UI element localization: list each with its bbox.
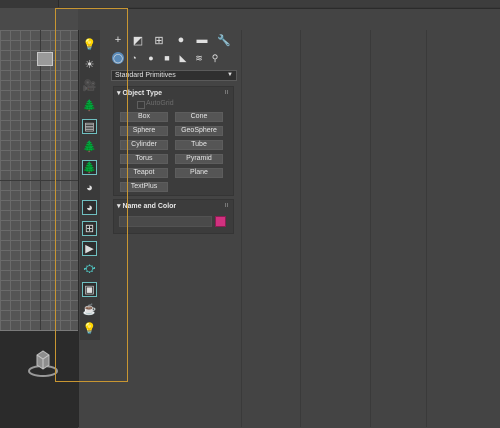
sphere-button[interactable]: Sphere [120, 126, 168, 136]
sun-icon[interactable]: ☀ [82, 57, 97, 72]
torus-button[interactable]: Torus [120, 154, 168, 164]
lights-category-icon[interactable]: ● [145, 52, 157, 64]
shapes-icon[interactable]: ◔ [128, 52, 140, 64]
spinner-icon[interactable]: ◕ [82, 180, 97, 195]
autogrid-label: AutoGrid [146, 100, 174, 107]
plane-button[interactable]: Plane [175, 168, 223, 178]
geometry-icon[interactable]: ◯ [112, 52, 124, 64]
systems-icon[interactable]: ⚲ [209, 52, 221, 64]
utilities-icon[interactable]: 🔧 [217, 33, 231, 47]
teapot-button[interactable]: Teapot [120, 168, 168, 178]
right-panel-1 [241, 30, 301, 427]
tree-light-icon[interactable]: 🌲 [82, 160, 97, 175]
cone-button[interactable]: Cone [175, 112, 223, 122]
camera-icon[interactable]: 🎥 [82, 78, 97, 93]
tree-icon[interactable]: 🌲 [82, 139, 97, 154]
grid-axis-vertical [40, 30, 41, 330]
layout-icon[interactable]: ⊞ [82, 221, 97, 236]
modify-icon[interactable]: ◩ [131, 33, 145, 47]
rollout-title[interactable]: ▾ Name and Color [117, 202, 176, 210]
box-button[interactable]: Box [120, 112, 168, 122]
right-panel-2 [300, 30, 371, 427]
drag-handle-icon[interactable] [225, 203, 229, 207]
chevron-down-icon: ▼ [227, 72, 233, 78]
pyramid-button[interactable]: Pyramid [175, 154, 223, 164]
primitive-type-dropdown[interactable]: Standard Primitives ▼ [111, 70, 237, 81]
rollout-title[interactable]: ▾ Object Type [117, 89, 162, 97]
motion-icon[interactable]: ● [174, 33, 188, 47]
drag-handle-icon[interactable] [225, 90, 229, 94]
cylinder-button[interactable]: Cylinder [120, 140, 168, 150]
right-panel-3 [370, 30, 427, 427]
globe-icon[interactable]: ◕ [82, 200, 97, 215]
media-icon[interactable]: ▶ [82, 241, 97, 256]
window-icon[interactable]: ▣ [82, 282, 97, 297]
create-plus-icon[interactable]: + [111, 33, 125, 47]
autogrid-checkbox[interactable] [137, 101, 145, 109]
object-color-swatch[interactable] [215, 216, 226, 227]
display-icon[interactable]: ▬ [195, 33, 209, 47]
grid-icon[interactable]: ▤ [82, 119, 97, 134]
tube-button[interactable]: Tube [175, 140, 223, 150]
foliage-icon[interactable]: 🌲 [82, 98, 97, 113]
helpers-icon[interactable]: ◣ [177, 52, 189, 64]
textplus-button[interactable]: TextPlus [120, 182, 168, 192]
bulb-icon[interactable]: 💡 [82, 321, 97, 336]
geosphere-button[interactable]: GeoSphere [175, 126, 223, 136]
lights-icon[interactable]: 💡 [82, 37, 97, 52]
viewcube-icon[interactable] [26, 349, 60, 379]
right-panel-4 [426, 30, 500, 427]
grid-axis-horizontal [0, 180, 78, 181]
hierarchy-icon[interactable]: ⊞ [152, 33, 166, 47]
top-strip-segment [58, 0, 500, 7]
box-object[interactable] [37, 52, 53, 66]
dropdown-value: Standard Primitives [115, 72, 176, 79]
viewport-header [0, 8, 78, 30]
mini-viewport[interactable] [0, 330, 78, 428]
camera-rig-icon[interactable]: ⛮ [82, 262, 97, 277]
cameras-icon[interactable]: ■ [161, 52, 173, 64]
teapot-icon[interactable]: ☕ [82, 302, 97, 317]
spacewarps-icon[interactable]: ≋ [193, 52, 205, 64]
object-name-input[interactable] [119, 216, 212, 227]
